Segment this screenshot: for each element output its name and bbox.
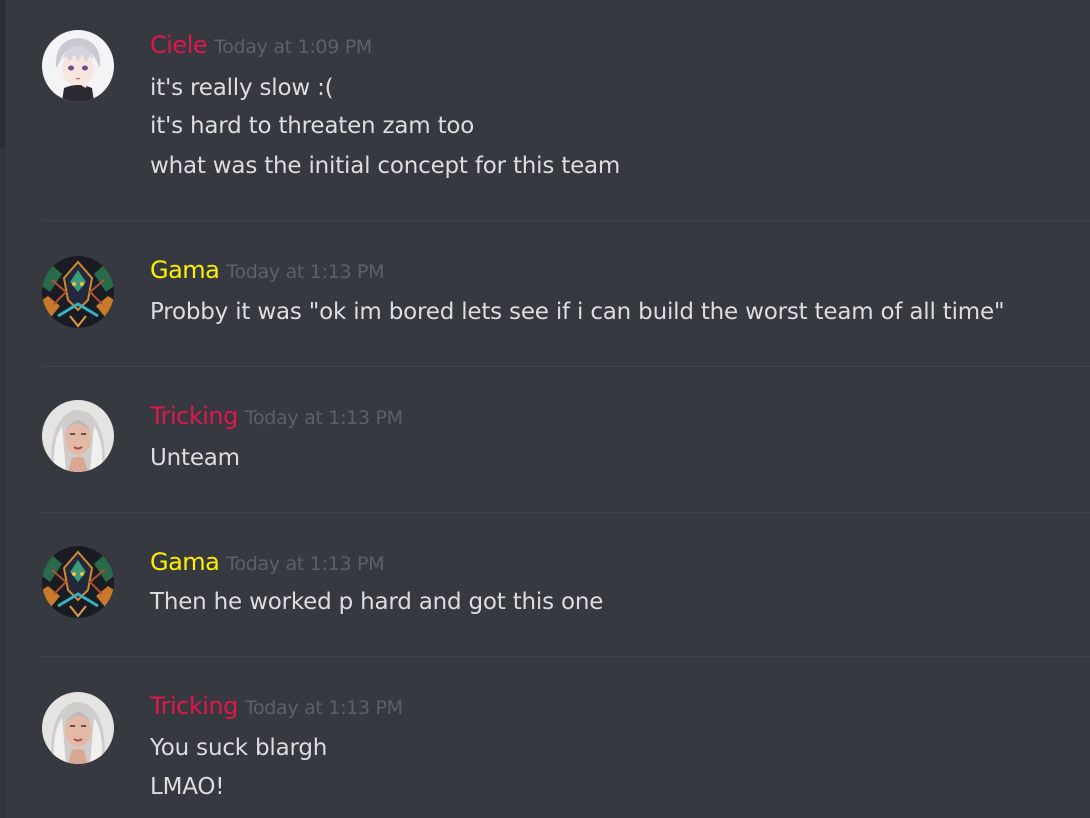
message-text: You suck blargh [150,735,328,761]
message-text: it's really slow :( [150,75,334,101]
anime-character-avatar[interactable] [42,30,114,102]
message-divider [42,220,1090,221]
dark-magician-avatar[interactable] [42,256,114,328]
username[interactable]: Tricking [150,402,238,430]
message-header: Tricking Today at 1:13 PM [150,402,403,430]
message-divider [42,656,1090,657]
timestamp[interactable]: Today at 1:13 PM [245,697,403,719]
timestamp[interactable]: Today at 1:13 PM [226,261,384,283]
timestamp[interactable]: Today at 1:09 PM [214,36,372,58]
message-header: Ciele Today at 1:09 PM [150,31,372,59]
message-header: Gama Today at 1:13 PM [150,256,385,284]
channel-scrollbar[interactable] [0,0,6,818]
timestamp[interactable]: Today at 1:13 PM [245,407,403,429]
dark-magician-avatar[interactable] [42,546,114,618]
timestamp[interactable]: Today at 1:13 PM [226,553,384,575]
message-text: what was the initial concept for this te… [150,153,621,179]
scrollbar-thumb[interactable] [0,0,6,148]
message-text: LMAO! [150,774,225,800]
woman-portrait-avatar[interactable] [42,400,114,472]
username[interactable]: Tricking [150,692,238,720]
username[interactable]: Ciele [150,31,208,59]
username[interactable]: Gama [150,256,220,284]
message-text: Unteam [150,445,240,471]
message-text: Probby it was "ok im bored lets see if i… [150,299,1005,325]
message-header: Tricking Today at 1:13 PM [150,692,403,720]
message-divider [42,366,1090,367]
message-header: Gama Today at 1:13 PM [150,548,385,576]
chat-message-list: Ciele Today at 1:09 PM it's really slow :… [0,0,1090,818]
message-text: Then he worked p hard and got this one [150,589,604,615]
message-divider [42,512,1090,513]
username[interactable]: Gama [150,548,220,576]
message-text: it's hard to threaten zam too [150,113,475,139]
woman-portrait-avatar[interactable] [42,692,114,764]
